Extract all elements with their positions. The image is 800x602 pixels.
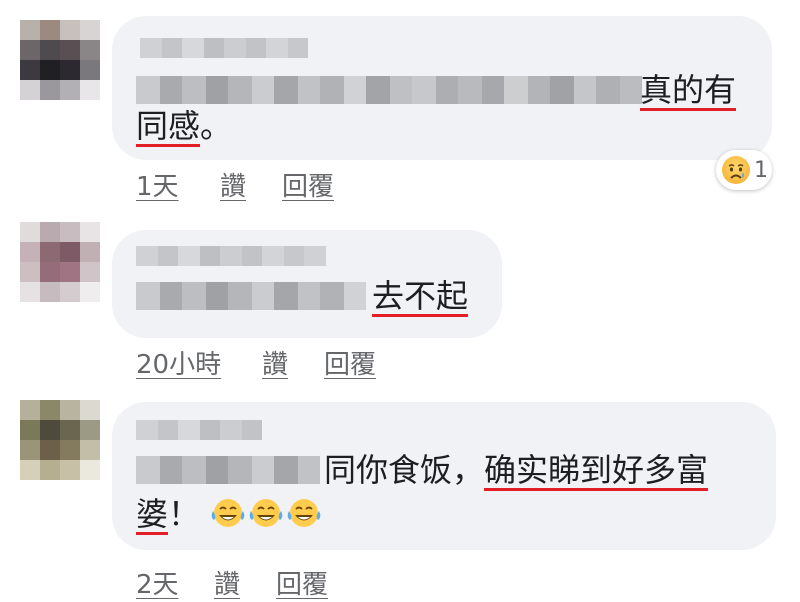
reply-button[interactable]: 回覆 bbox=[276, 564, 328, 601]
highlighted-text: 去不起 bbox=[372, 277, 469, 315]
highlighted-text: 真的有 bbox=[640, 71, 737, 109]
comment-bubble: 去不起 bbox=[112, 230, 502, 338]
commenter-name-redacted[interactable] bbox=[140, 38, 308, 58]
comment-text-redacted bbox=[136, 76, 642, 104]
highlighted-text: 婆 bbox=[136, 495, 169, 533]
laughing-tears-icon bbox=[249, 499, 283, 527]
avatar[interactable] bbox=[20, 400, 100, 480]
comment-text-plain: 同你食饭， bbox=[324, 451, 485, 489]
comment-text-tail: ！ bbox=[168, 495, 201, 533]
like-button[interactable]: 讚 bbox=[262, 344, 288, 381]
comment-text: 同你食饭，确实睇到好多富 bbox=[324, 448, 708, 492]
reply-button[interactable]: 回覆 bbox=[282, 166, 334, 203]
highlighted-text: 同感 bbox=[136, 107, 201, 145]
reaction-count: 1 bbox=[754, 157, 768, 183]
timestamp-link[interactable]: 1天 bbox=[136, 166, 179, 203]
comment-bubble: 同你食饭，确实睇到好多富 婆！ bbox=[112, 402, 776, 550]
comment-item: 去不起 20小時 讚 回覆 bbox=[0, 210, 800, 390]
comment-item: 真的有 同感。 1 1天 讚 回覆 bbox=[0, 0, 800, 203]
laughing-tears-icon bbox=[287, 499, 321, 527]
timestamp-link[interactable]: 2天 bbox=[136, 564, 179, 601]
avatar[interactable] bbox=[20, 222, 100, 302]
commenter-name-redacted[interactable] bbox=[136, 246, 326, 266]
highlighted-text: 确实睇到好多富 bbox=[484, 451, 709, 489]
comment-text: 真的有 bbox=[640, 68, 736, 112]
like-button[interactable]: 讚 bbox=[214, 564, 240, 601]
crying-face-icon bbox=[722, 156, 750, 184]
comment-text: 同感。 bbox=[136, 104, 232, 148]
comment-text-redacted bbox=[136, 282, 366, 310]
comment-text-tail: 。 bbox=[200, 107, 233, 145]
commenter-name-redacted[interactable] bbox=[136, 420, 262, 440]
comment-bubble: 真的有 同感。 bbox=[112, 16, 772, 160]
avatar[interactable] bbox=[20, 20, 100, 100]
reaction-badge[interactable]: 1 bbox=[716, 150, 772, 190]
comment-text-redacted bbox=[136, 456, 320, 484]
comment-text: 去不起 bbox=[372, 274, 468, 318]
comment-text: 婆！ bbox=[136, 492, 324, 536]
like-button[interactable]: 讚 bbox=[220, 166, 246, 203]
comment-item: 同你食饭，确实睇到好多富 婆！ 2天 讚 回覆 bbox=[0, 390, 800, 602]
reply-button[interactable]: 回覆 bbox=[324, 344, 376, 381]
timestamp-link[interactable]: 20小時 bbox=[136, 344, 221, 381]
laughing-tears-icon bbox=[211, 499, 245, 527]
